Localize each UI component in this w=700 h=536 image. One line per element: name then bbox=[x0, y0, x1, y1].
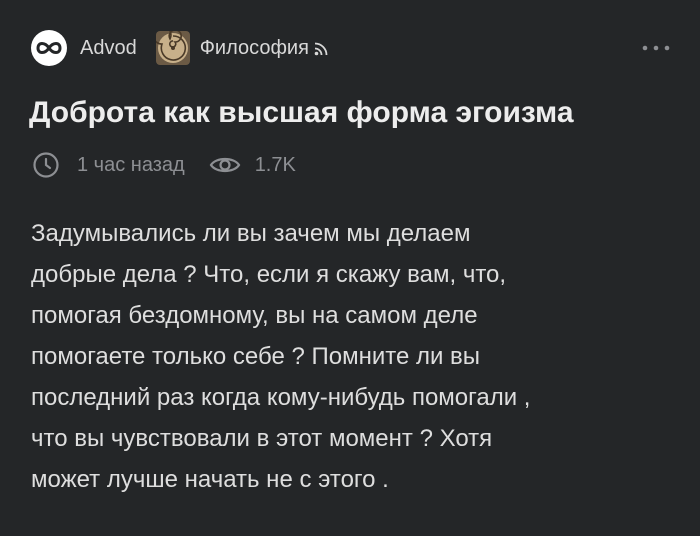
view-count: 1.7K bbox=[254, 153, 296, 176]
rss-icon[interactable] bbox=[314, 42, 328, 56]
community-name[interactable]: Философия bbox=[200, 38, 309, 58]
post-title[interactable]: Доброта как высшая форма эгоизма bbox=[29, 96, 574, 130]
post-body-line: помогаете только себе ? Помните ли вы bbox=[31, 343, 481, 370]
post-body-line: что вы чувствовали в этот момент ? Хотя bbox=[31, 425, 493, 452]
more-dots-icon bbox=[642, 45, 670, 51]
post-body-line: Задумывались ли вы зачем мы делаем bbox=[31, 220, 471, 247]
eye-icon bbox=[209, 157, 240, 173]
clock-icon bbox=[33, 152, 59, 178]
author-name[interactable]: Advod bbox=[80, 38, 137, 58]
more-options-button[interactable] bbox=[641, 38, 671, 58]
author-avatar[interactable] bbox=[31, 30, 67, 66]
post-body-line: последний раз когда кому-нибудь помогали… bbox=[31, 384, 531, 411]
community-avatar[interactable] bbox=[155, 31, 190, 65]
infinity-icon bbox=[36, 42, 62, 54]
post-body-line: добрые дела ? Что, если я скажу вам, что… bbox=[31, 261, 507, 288]
post-header: Advod Философия bbox=[31, 28, 671, 68]
post-time: 1 час назад bbox=[77, 153, 185, 176]
nautilus-shell-icon bbox=[155, 31, 190, 65]
post-body: Задумывались ли вы зачем мы делаем добры… bbox=[31, 213, 681, 500]
post-body-line: помогая бездомному, вы на самом деле bbox=[31, 302, 478, 329]
post-meta: 1 час назад 1.7K bbox=[32, 149, 296, 181]
post-body-line: может лучше начать не с этого . bbox=[31, 466, 389, 493]
